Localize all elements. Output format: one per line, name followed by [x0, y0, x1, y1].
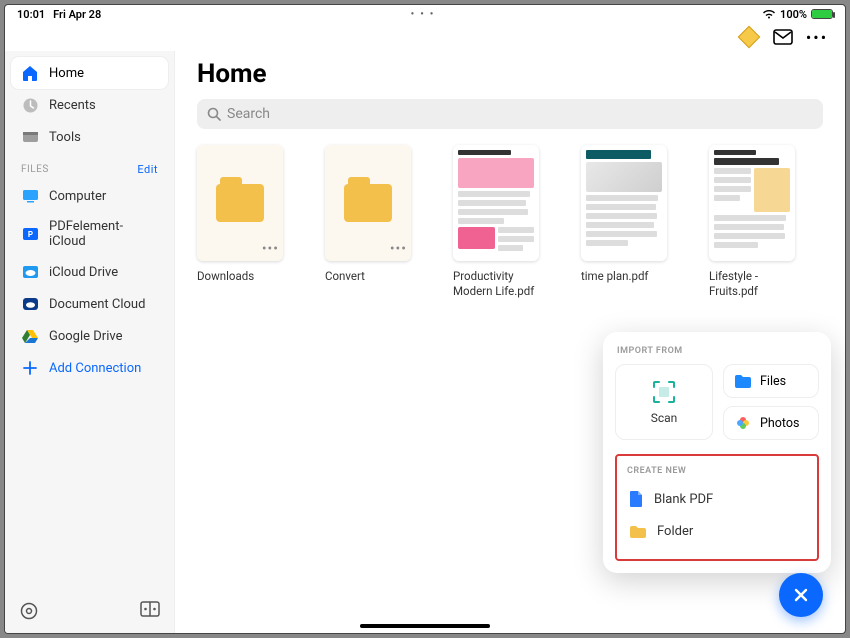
create-blank-pdf-button[interactable]: Blank PDF [625, 482, 809, 516]
create-folder-button[interactable]: Folder [625, 516, 809, 547]
item-downloads[interactable]: ••• Downloads [197, 145, 297, 299]
folder-thumb: ••• [197, 145, 283, 261]
close-icon [792, 586, 810, 604]
pdf-thumb [709, 145, 795, 261]
sidebar-item-pdfelement-icloud[interactable]: P PDFelement-iCloud [11, 212, 168, 256]
icloud-icon [21, 263, 39, 281]
pdfelement-cloud-icon: P [21, 225, 39, 243]
item-time-plan-pdf[interactable]: time plan.pdf [581, 145, 681, 299]
sidebar-add-connection[interactable]: Add Connection [11, 352, 168, 384]
import-from-header: IMPORT FROM [617, 346, 819, 356]
settings-icon[interactable] [19, 601, 39, 621]
item-convert[interactable]: ••• Convert [325, 145, 425, 299]
create-new-section: CREATE NEW Blank PDF Folder [615, 454, 819, 561]
status-time: 10:01 [17, 8, 45, 21]
mail-icon[interactable] [773, 27, 793, 47]
file-grid: ••• Downloads ••• Convert [197, 145, 823, 299]
sidebar-item-document-cloud[interactable]: Document Cloud [11, 288, 168, 320]
files-edit-button[interactable]: Edit [137, 163, 158, 176]
google-drive-icon [21, 327, 39, 345]
sidebar: Home Recents Tools FILES Edit [5, 51, 175, 633]
plus-icon [21, 359, 39, 377]
search-input[interactable]: Search [197, 99, 823, 129]
item-more-icon[interactable]: ••• [390, 241, 407, 257]
home-indicator[interactable] [360, 624, 490, 628]
blank-pdf-icon [629, 490, 644, 508]
sidebar-item-label: Document Cloud [49, 297, 145, 312]
top-toolbar: ••• [5, 23, 845, 51]
import-photos-button[interactable]: Photos [723, 406, 819, 440]
create-new-header: CREATE NEW [627, 466, 809, 476]
sidebar-item-label: Tools [49, 130, 81, 145]
sidebar-item-label: PDFelement-iCloud [49, 219, 158, 249]
item-label: Productivity Modern Life.pdf [453, 269, 553, 299]
premium-icon[interactable] [739, 27, 759, 47]
pdf-thumb [581, 145, 667, 261]
sidebar-item-tools[interactable]: Tools [11, 121, 168, 153]
view-toggle-icon[interactable] [140, 601, 160, 621]
more-icon[interactable]: ••• [807, 27, 827, 47]
import-files-button[interactable]: Files [723, 364, 819, 398]
item-label: Convert [325, 269, 425, 284]
sidebar-item-google-drive[interactable]: Google Drive [11, 320, 168, 352]
document-cloud-icon [21, 295, 39, 313]
svg-text:P: P [27, 230, 32, 239]
item-label: time plan.pdf [581, 269, 681, 284]
search-placeholder: Search [227, 106, 270, 122]
blank-pdf-label: Blank PDF [654, 492, 713, 507]
item-more-icon[interactable]: ••• [262, 241, 279, 257]
status-date: Fri Apr 28 [53, 8, 101, 21]
sidebar-item-home[interactable]: Home [11, 57, 168, 89]
clock-icon [21, 96, 39, 114]
import-scan-button[interactable]: Scan [615, 364, 713, 440]
photos-label: Photos [760, 416, 799, 431]
status-bar: 10:01 Fri Apr 28 ••• 100% [5, 5, 845, 23]
close-fab-button[interactable] [779, 573, 823, 617]
folder-label: Folder [657, 524, 693, 539]
sidebar-item-computer[interactable]: Computer [11, 180, 168, 212]
battery-pct: 100% [780, 8, 807, 21]
tools-icon [21, 128, 39, 146]
sidebar-item-label: Home [49, 66, 84, 81]
folder-icon [216, 184, 264, 222]
page-title: Home [197, 59, 823, 89]
sidebar-section-files: FILES Edit [11, 153, 168, 180]
sidebar-item-label: iCloud Drive [49, 265, 118, 280]
item-productivity-pdf[interactable]: Productivity Modern Life.pdf [453, 145, 553, 299]
item-label: Downloads [197, 269, 297, 284]
sidebar-item-icloud-drive[interactable]: iCloud Drive [11, 256, 168, 288]
files-label: Files [760, 374, 786, 389]
home-icon [21, 64, 39, 82]
pdf-thumb [453, 145, 539, 261]
files-section-label: FILES [21, 164, 49, 175]
folder-small-icon [629, 525, 647, 539]
add-popup: IMPORT FROM Scan Files [603, 332, 831, 573]
item-label: Lifestyle - Fruits.pdf [709, 269, 809, 299]
scan-icon [651, 379, 677, 405]
files-folder-icon [734, 374, 752, 389]
sidebar-item-label: Google Drive [49, 329, 122, 344]
photos-icon [734, 414, 752, 432]
folder-icon [344, 184, 392, 222]
sidebar-item-recents[interactable]: Recents [11, 89, 168, 121]
computer-icon [21, 187, 39, 205]
item-lifestyle-pdf[interactable]: Lifestyle - Fruits.pdf [709, 145, 809, 299]
sidebar-item-label: Computer [49, 189, 106, 204]
sidebar-item-label: Recents [49, 98, 96, 113]
battery-icon [811, 9, 833, 19]
multitask-dots-icon[interactable]: ••• [411, 9, 440, 20]
search-icon [207, 107, 221, 121]
sidebar-item-label: Add Connection [49, 361, 141, 376]
scan-label: Scan [651, 411, 678, 425]
folder-thumb: ••• [325, 145, 411, 261]
wifi-icon [762, 9, 776, 19]
